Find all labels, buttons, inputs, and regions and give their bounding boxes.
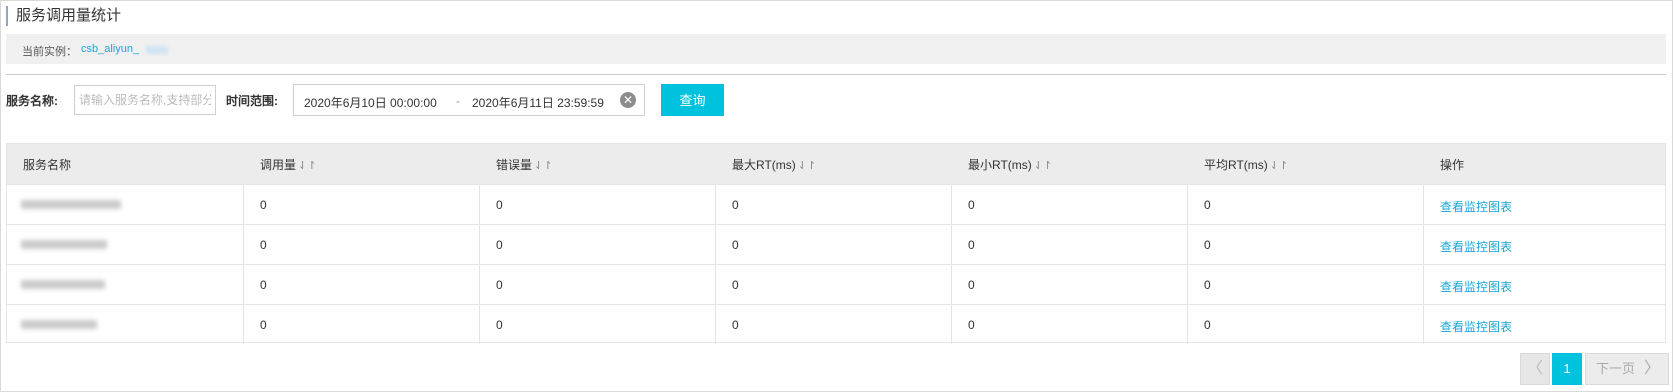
divider xyxy=(6,74,1666,75)
instance-value[interactable]: csb_aliyun_ xyxy=(81,43,139,55)
chevron-left-icon: 〈 xyxy=(1526,360,1543,377)
service-name-redacted xyxy=(21,200,121,209)
service-name-label: 服务名称: xyxy=(6,94,58,108)
col-min-rt[interactable]: 最小RT(ms) ⇃↾ xyxy=(968,156,1052,173)
table-row: 0 0 0 0 0 查看监控图表 xyxy=(7,184,1665,224)
pagination-next[interactable]: 下一页 〉 xyxy=(1585,353,1669,385)
query-button[interactable]: 查询 xyxy=(661,84,724,116)
sort-arrows-icon[interactable]: ⇃↾ xyxy=(298,160,316,172)
cell-min-rt: 0 xyxy=(968,318,975,332)
cell-avg-rt: 0 xyxy=(1204,278,1211,292)
instance-bar: 当前实例： csb_aliyun_ xyxy=(6,34,1666,64)
col-max-rt-label: 最大RT(ms) xyxy=(732,158,796,172)
cell-max-rt: 0 xyxy=(732,278,739,292)
instance-value-redacted xyxy=(146,46,168,54)
col-calls-label: 调用量 xyxy=(260,158,297,172)
service-name-redacted xyxy=(21,320,97,329)
table-row: 0 0 0 0 0 查看监控图表 xyxy=(7,264,1665,304)
cell-errors: 0 xyxy=(496,238,503,252)
col-avg-rt[interactable]: 平均RT(ms) ⇃↾ xyxy=(1204,156,1288,173)
cell-calls: 0 xyxy=(260,238,267,252)
cell-calls: 0 xyxy=(260,318,267,332)
cell-calls: 0 xyxy=(260,278,267,292)
col-calls[interactable]: 调用量 ⇃↾ xyxy=(260,156,316,173)
col-avg-rt-label: 平均RT(ms) xyxy=(1204,158,1268,172)
col-actions: 操作 xyxy=(1440,158,1465,172)
cell-calls: 0 xyxy=(260,198,267,212)
table-row: 0 0 0 0 0 查看监控图表 xyxy=(7,224,1665,264)
table-header: 服务名称 调用量 ⇃↾ 错误量 ⇃↾ 最大RT(ms) ⇃↾ 最小RT(ms) ⇃↾ 平… xyxy=(7,144,1665,184)
sort-arrows-icon[interactable]: ⇃↾ xyxy=(798,160,816,172)
cell-max-rt: 0 xyxy=(732,198,739,212)
stats-table: 服务名称 调用量 ⇃↾ 错误量 ⇃↾ 最大RT(ms) ⇃↾ 最小RT(ms) ⇃↾ 平… xyxy=(6,143,1666,344)
cell-errors: 0 xyxy=(496,198,503,212)
cell-min-rt: 0 xyxy=(968,238,975,252)
service-name-input[interactable] xyxy=(74,85,216,115)
view-monitor-chart-link[interactable]: 查看监控图表 xyxy=(1440,238,1512,255)
cell-errors: 0 xyxy=(496,318,503,332)
col-errors-label: 错误量 xyxy=(496,158,533,172)
clear-circle-icon[interactable]: ✕ xyxy=(620,92,636,108)
cell-avg-rt: 0 xyxy=(1204,238,1211,252)
view-monitor-chart-link[interactable]: 查看监控图表 xyxy=(1440,318,1512,335)
date-separator: - xyxy=(456,94,460,108)
cell-min-rt: 0 xyxy=(968,198,975,212)
col-errors[interactable]: 错误量 ⇃↾ xyxy=(496,156,552,173)
cell-max-rt: 0 xyxy=(732,318,739,332)
chevron-right-icon: 〉 xyxy=(1643,360,1660,377)
cell-avg-rt: 0 xyxy=(1204,198,1211,212)
col-min-rt-label: 最小RT(ms) xyxy=(968,158,1032,172)
date-end[interactable]: 2020年6月11日 23:59:59 xyxy=(472,94,604,111)
col-max-rt[interactable]: 最大RT(ms) ⇃↾ xyxy=(732,156,816,173)
sort-arrows-icon[interactable]: ⇃↾ xyxy=(534,160,552,172)
next-page-label: 下一页 xyxy=(1596,361,1636,376)
service-name-redacted xyxy=(21,240,107,249)
sort-arrows-icon[interactable]: ⇃↾ xyxy=(1270,160,1288,172)
view-monitor-chart-link[interactable]: 查看监控图表 xyxy=(1440,278,1512,295)
col-service-name: 服务名称 xyxy=(23,158,72,172)
page-title: 服务调用量统计 xyxy=(6,6,121,26)
cell-min-rt: 0 xyxy=(968,278,975,292)
pagination-prev[interactable]: 〈 xyxy=(1520,353,1550,385)
cell-avg-rt: 0 xyxy=(1204,318,1211,332)
instance-label: 当前实例： xyxy=(22,46,77,58)
view-monitor-chart-link[interactable]: 查看监控图表 xyxy=(1440,198,1512,215)
table-row: 0 0 0 0 0 查看监控图表 xyxy=(7,304,1665,344)
date-start[interactable]: 2020年6月10日 00:00:00 xyxy=(304,94,437,111)
cell-max-rt: 0 xyxy=(732,238,739,252)
cell-errors: 0 xyxy=(496,278,503,292)
pagination-page-current[interactable]: 1 xyxy=(1552,353,1582,385)
sort-arrows-icon[interactable]: ⇃↾ xyxy=(1034,160,1052,172)
date-range-picker[interactable]: 2020年6月10日 00:00:00 - 2020年6月11日 23:59:5… xyxy=(293,84,645,116)
service-name-redacted xyxy=(21,280,105,289)
time-range-label: 时间范围: xyxy=(226,94,278,108)
